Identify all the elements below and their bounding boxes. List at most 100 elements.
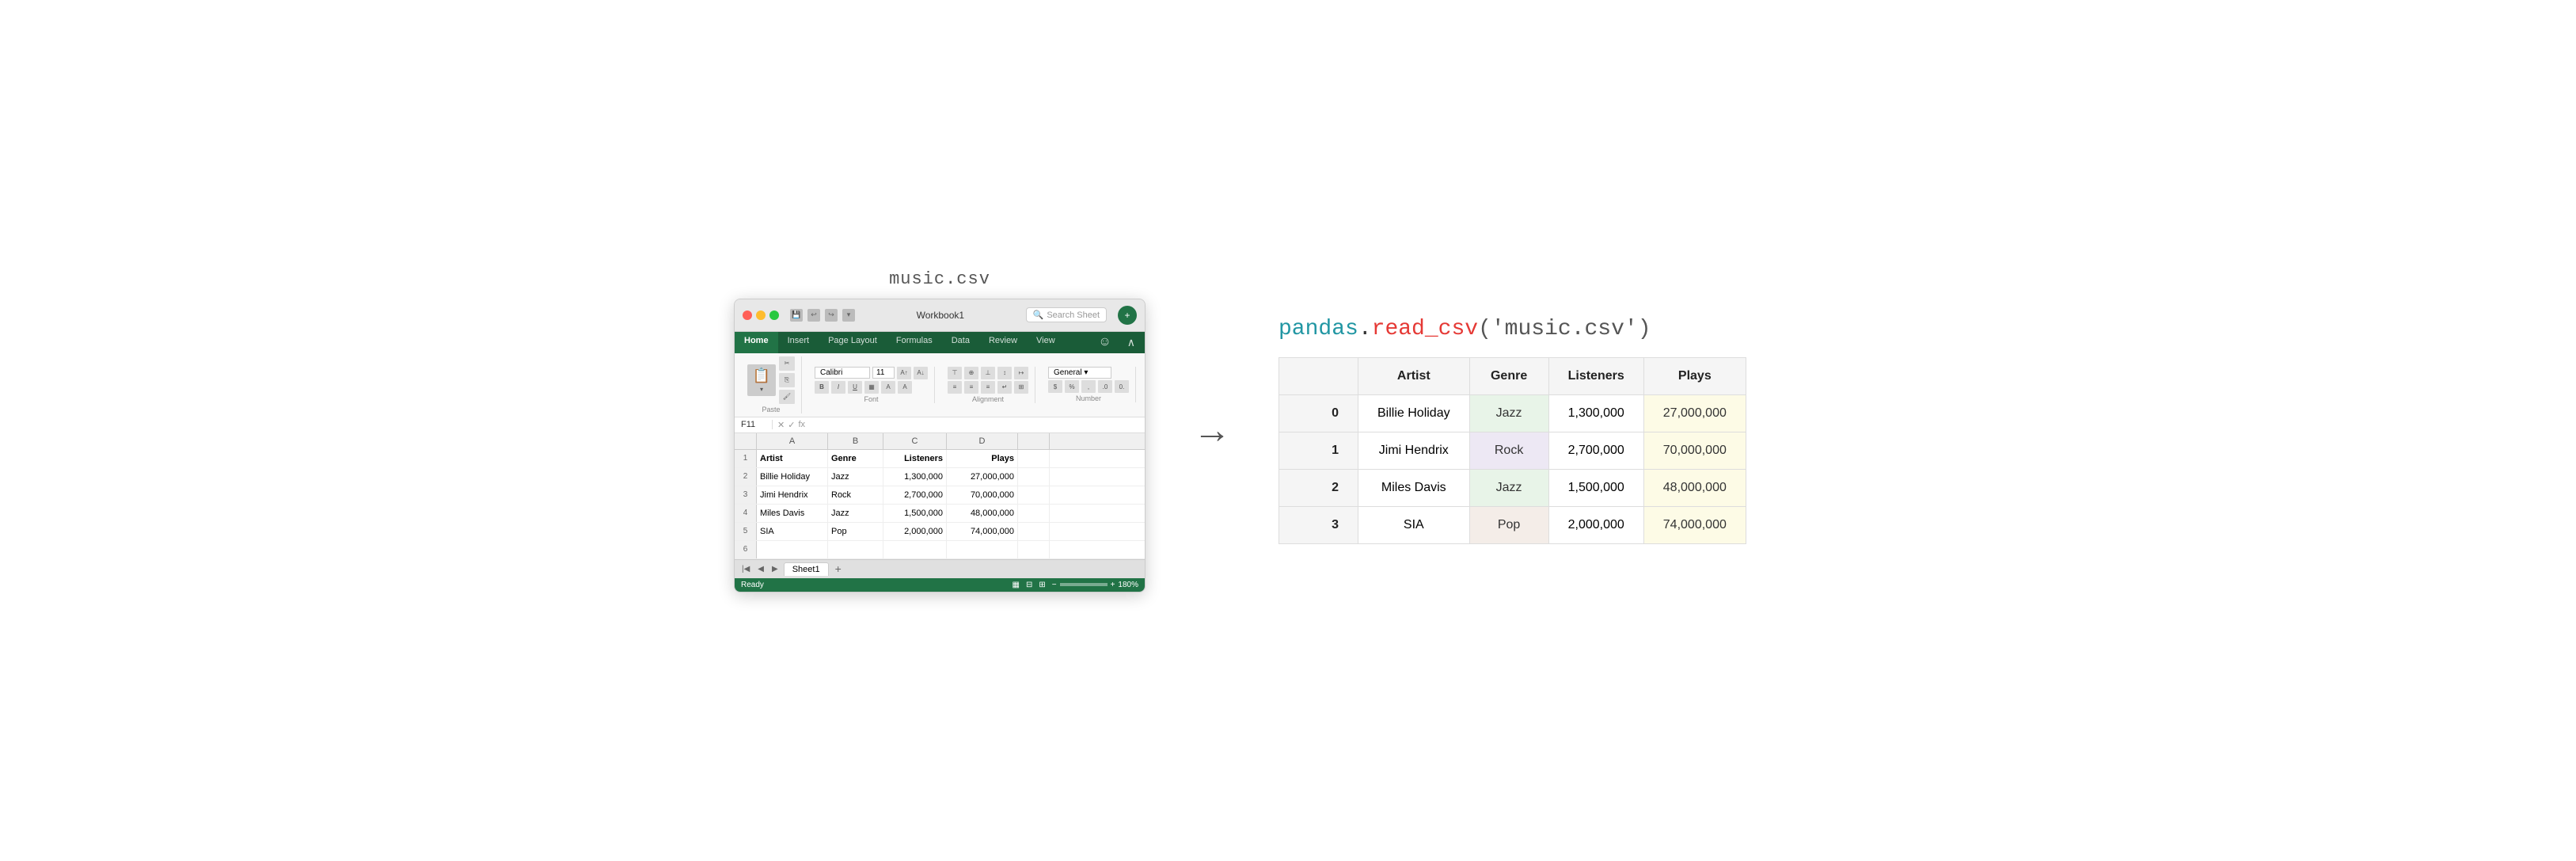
view-layout-icon[interactable]: ⊟	[1026, 581, 1032, 589]
cell-b4[interactable]: Jazz	[828, 505, 883, 522]
cell-c6[interactable]	[883, 541, 947, 558]
tab-view[interactable]: View	[1027, 332, 1065, 353]
code-dot-text: .	[1358, 317, 1372, 341]
df-listeners-2: 1,500,000	[1548, 470, 1643, 507]
increase-decimal-button[interactable]: .0	[1098, 380, 1112, 393]
view-page-break-icon[interactable]: ⊞	[1039, 581, 1045, 589]
cell-a2[interactable]: Billie Holiday	[757, 468, 828, 486]
cut-button[interactable]: ✂	[779, 356, 795, 371]
search-box[interactable]: 🔍 Search Sheet	[1026, 307, 1107, 322]
sheet-nav-prev[interactable]: ◀	[755, 564, 766, 574]
cell-a6[interactable]	[757, 541, 828, 558]
paste-icon: 📋	[753, 368, 770, 384]
close-button[interactable]	[743, 310, 752, 320]
fill-color-button[interactable]: A	[881, 381, 895, 394]
zoom-in-button[interactable]: +	[1111, 581, 1115, 589]
collapse-ribbon-button[interactable]: ∧	[1118, 332, 1145, 353]
copy-button[interactable]: ⎘	[779, 373, 795, 387]
align-left-button[interactable]: ≡	[948, 381, 962, 394]
code-string-text: 'music.csv'	[1491, 317, 1638, 341]
header-artist[interactable]: Artist	[757, 450, 828, 467]
cell-b2[interactable]: Jazz	[828, 468, 883, 486]
zoom-out-button[interactable]: −	[1052, 581, 1057, 589]
decrease-decimal-button[interactable]: 0.	[1115, 380, 1129, 393]
comma-button[interactable]: ,	[1081, 380, 1096, 393]
cell-e5	[1018, 523, 1050, 540]
bold-button[interactable]: B	[815, 381, 829, 394]
cell-b6[interactable]	[828, 541, 883, 558]
ribbon-tabs: Home Insert Page Layout Formulas Data Re…	[735, 332, 1145, 353]
cell-e2	[1018, 468, 1050, 486]
number-format-select[interactable]: General ▾	[1048, 367, 1111, 379]
font-color-button[interactable]: A	[898, 381, 912, 394]
header-plays[interactable]: Plays	[947, 450, 1018, 467]
cell-c4[interactable]: 1,500,000	[883, 505, 947, 522]
align-bottom-button[interactable]: ⊥	[981, 367, 995, 379]
header-genre[interactable]: Genre	[828, 450, 883, 467]
cell-d5[interactable]: 74,000,000	[947, 523, 1018, 540]
italic-button[interactable]: I	[831, 381, 845, 394]
increase-font-button[interactable]: A↑	[897, 367, 911, 379]
cell-b3[interactable]: Rock	[828, 486, 883, 504]
tab-home[interactable]: Home	[735, 332, 778, 353]
profile-icon[interactable]: +	[1118, 306, 1137, 325]
paste-label: ▾	[760, 386, 763, 393]
dataframe-table: Artist Genre Listeners Plays 0 Billie Ho…	[1279, 357, 1746, 544]
text-direction-button[interactable]: ↕	[997, 367, 1012, 379]
undo-icon[interactable]: ↩	[807, 309, 820, 322]
align-top-button[interactable]: ⊤	[948, 367, 962, 379]
cell-c3[interactable]: 2,700,000	[883, 486, 947, 504]
merge-button[interactable]: ⊞	[1014, 381, 1028, 394]
cell-d2[interactable]: 27,000,000	[947, 468, 1018, 486]
cell-c2[interactable]: 1,300,000	[883, 468, 947, 486]
format-painter-button[interactable]: 🖌	[779, 390, 795, 404]
underline-button[interactable]: U	[848, 381, 862, 394]
enter-formula-icon[interactable]: ✓	[788, 420, 795, 430]
insert-function-icon[interactable]: fx	[798, 420, 805, 430]
sheet-tabs-bar: |◀ ◀ ▶ Sheet1 +	[735, 559, 1145, 578]
col-header-d: D	[947, 433, 1018, 449]
df-artist-3: SIA	[1358, 507, 1470, 544]
cell-a5[interactable]: SIA	[757, 523, 828, 540]
df-listeners-1: 2,700,000	[1548, 432, 1643, 470]
wrap-text-button[interactable]: ↵	[997, 381, 1012, 394]
sheet-nav-next[interactable]: ▶	[769, 564, 781, 574]
align-right-button[interactable]: ≡	[981, 381, 995, 394]
tab-page-layout[interactable]: Page Layout	[819, 332, 887, 353]
minimize-button[interactable]	[756, 310, 766, 320]
currency-button[interactable]: $	[1048, 380, 1062, 393]
save-icon[interactable]: 💾	[790, 309, 803, 322]
customize-icon[interactable]: ▾	[842, 309, 855, 322]
font-family-select[interactable]: Calibri	[815, 367, 870, 379]
sheet-nav-first[interactable]: |◀	[739, 564, 752, 574]
add-sheet-button[interactable]: +	[832, 562, 845, 575]
tab-review[interactable]: Review	[979, 332, 1027, 353]
align-center-button[interactable]: ≡	[964, 381, 978, 394]
percent-button[interactable]: %	[1065, 380, 1079, 393]
cancel-formula-icon[interactable]: ✕	[777, 420, 785, 430]
border-button[interactable]: ▦	[864, 381, 879, 394]
header-listeners[interactable]: Listeners	[883, 450, 947, 467]
paste-button[interactable]: 📋 ▾	[747, 364, 776, 396]
tab-formulas[interactable]: Formulas	[887, 332, 942, 353]
cell-reference[interactable]: F11	[741, 420, 773, 429]
align-middle-button[interactable]: ⊕	[964, 367, 978, 379]
traffic-lights	[743, 310, 779, 320]
cell-d4[interactable]: 48,000,000	[947, 505, 1018, 522]
tab-insert[interactable]: Insert	[778, 332, 819, 353]
maximize-button[interactable]	[769, 310, 779, 320]
tab-data[interactable]: Data	[942, 332, 979, 353]
decrease-font-button[interactable]: A↓	[914, 367, 928, 379]
cell-d3[interactable]: 70,000,000	[947, 486, 1018, 504]
sheet-tab-1[interactable]: Sheet1	[784, 562, 829, 576]
zoom-slider[interactable]	[1060, 583, 1108, 586]
view-normal-icon[interactable]: ▦	[1013, 581, 1020, 589]
font-size-select[interactable]: 11	[872, 367, 895, 379]
redo-icon[interactable]: ↪	[825, 309, 838, 322]
cell-b5[interactable]: Pop	[828, 523, 883, 540]
cell-c5[interactable]: 2,000,000	[883, 523, 947, 540]
cell-a4[interactable]: Miles Davis	[757, 505, 828, 522]
cell-d6[interactable]	[947, 541, 1018, 558]
cell-a3[interactable]: Jimi Hendrix	[757, 486, 828, 504]
indent-button[interactable]: ↦	[1014, 367, 1028, 379]
